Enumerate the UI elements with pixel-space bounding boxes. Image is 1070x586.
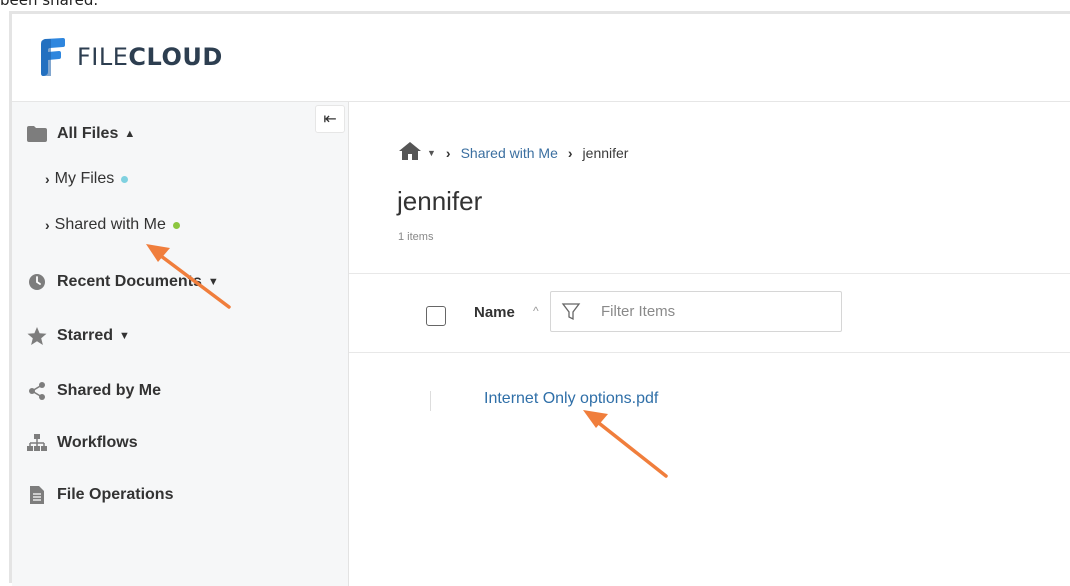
caret-down-icon: ▼ [207,276,219,288]
chevron-right-icon: › [45,217,50,233]
sort-up-icon[interactable]: ^ [533,304,539,318]
sidebar-item-label: File Operations [57,486,174,503]
file-link[interactable]: Internet Only options.pdf [484,390,658,408]
sidebar-item-all-files[interactable]: All Files ▲ [27,125,135,143]
caret-up-icon: ▲ [124,128,136,140]
sidebar-item-label: All Files [57,125,119,142]
clock-icon [27,273,47,291]
breadcrumb-item-shared-with-me[interactable]: Shared with Me [461,145,558,161]
status-dot [121,175,129,183]
breadcrumb-separator-icon: › [445,144,451,161]
column-header-name[interactable]: Name [474,304,515,321]
filter-box [550,291,842,332]
sidebar-item-label: Shared by Me [57,382,162,399]
sidebar-item-file-operations[interactable]: File Operations [27,486,173,504]
home-icon[interactable] [398,141,422,164]
caret-down-icon: ▼ [119,330,130,342]
filecloud-logo-icon [41,38,65,76]
sidebar-item-shared-with-me[interactable]: › Shared with Me [45,216,180,234]
collapse-sidebar-button[interactable]: ⇤ [315,105,345,133]
collapse-left-icon: ⇤ [323,111,337,128]
breadcrumb: ▼ › Shared with Me › jennifer [398,141,628,164]
sidebar-item-label: Workflows [57,434,138,451]
sidebar-item-my-files[interactable]: › My Files [45,170,129,188]
filecloud-logo[interactable]: FILECLOUD [37,38,223,76]
table-header: Name ^ [349,273,1070,353]
page-title: jennifer [397,186,483,216]
status-dot [172,221,180,229]
chevron-right-icon: › [45,171,50,187]
main-content: ▼ › Shared with Me › jennifer jennifer 1… [349,102,1070,586]
sidebar-item-recent-documents[interactable]: Recent Documents ▼ [27,273,219,291]
app-window: FILECLOUD ⇤ All Files ▲ › My Files › Sha… [9,11,1070,586]
filecloud-logo-text: FILECLOUD [77,43,223,71]
workflow-icon [27,434,47,452]
breadcrumb-item-current: jennifer [582,144,629,161]
filter-icon [561,302,581,320]
sidebar-item-starred[interactable]: Starred ▼ [27,326,130,345]
sidebar-item-label: My Files [54,170,115,187]
share-icon [27,382,47,400]
breadcrumb-separator-icon: › [567,144,573,161]
file-icon [27,486,47,504]
folder-icon [27,125,47,143]
item-count: 1 items [398,231,434,243]
caption-text: been shared. [0,0,99,9]
filter-input[interactable] [599,302,833,321]
file-thumbnail[interactable] [430,391,449,411]
sidebar-item-label: Starred [57,327,114,344]
chevron-down-icon[interactable]: ▼ [427,148,436,158]
sidebar-item-label: Recent Documents [57,273,202,290]
star-icon [27,326,47,345]
sidebar: ⇤ All Files ▲ › My Files › Shared with M… [12,102,349,586]
sidebar-item-label: Shared with Me [54,216,166,233]
sidebar-item-workflows[interactable]: Workflows [27,434,138,452]
select-all-checkbox[interactable] [426,306,446,326]
top-bar: FILECLOUD [12,14,1070,102]
sidebar-item-shared-by-me[interactable]: Shared by Me [27,382,161,400]
